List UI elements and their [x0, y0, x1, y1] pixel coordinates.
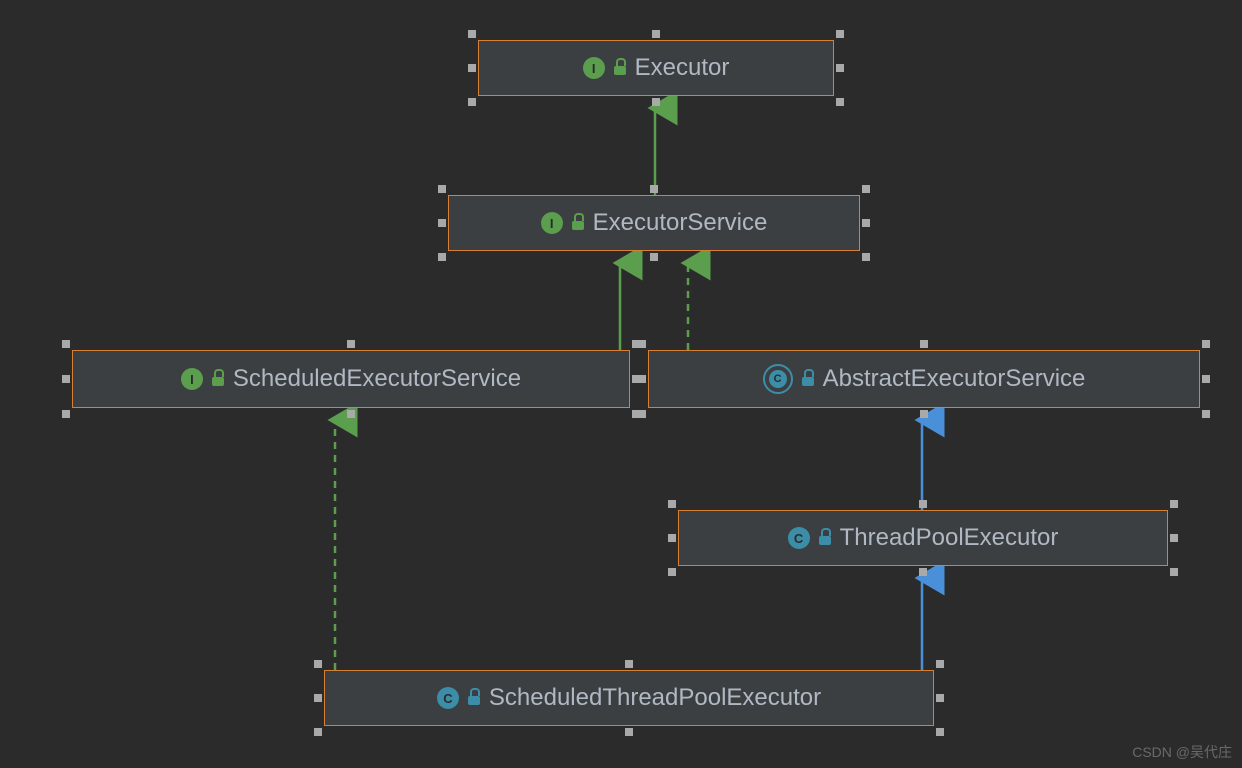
abstract-class-icon: C: [763, 364, 793, 394]
selection-handle[interactable]: [468, 98, 476, 106]
selection-handle[interactable]: [638, 375, 646, 383]
selection-handle[interactable]: [638, 410, 646, 418]
interface-icon: I: [583, 57, 605, 79]
class-icon: C: [437, 687, 459, 709]
selection-handle[interactable]: [347, 410, 355, 418]
selection-handle[interactable]: [919, 568, 927, 576]
node-scheduled-thread-pool-executor[interactable]: C ScheduledThreadPoolExecutor: [324, 670, 934, 726]
node-label: ScheduledThreadPoolExecutor: [489, 684, 821, 712]
selection-handle[interactable]: [836, 64, 844, 72]
selection-handle[interactable]: [936, 694, 944, 702]
node-label: ScheduledExecutorService: [233, 365, 521, 393]
selection-handle[interactable]: [936, 728, 944, 736]
node-thread-pool-executor[interactable]: C ThreadPoolExecutor: [678, 510, 1168, 566]
selection-handle[interactable]: [347, 340, 355, 348]
node-label: ThreadPoolExecutor: [840, 524, 1059, 552]
selection-handle[interactable]: [862, 253, 870, 261]
selection-handle[interactable]: [638, 340, 646, 348]
selection-handle[interactable]: [314, 694, 322, 702]
selection-handle[interactable]: [468, 64, 476, 72]
selection-handle[interactable]: [668, 568, 676, 576]
lock-icon: [818, 531, 832, 545]
lock-icon: [801, 372, 815, 386]
selection-handle[interactable]: [836, 98, 844, 106]
selection-handle[interactable]: [438, 219, 446, 227]
selection-handle[interactable]: [936, 660, 944, 668]
selection-handle[interactable]: [314, 728, 322, 736]
selection-handle[interactable]: [650, 253, 658, 261]
node-label: ExecutorService: [593, 209, 768, 237]
lock-icon: [571, 216, 585, 230]
selection-handle[interactable]: [668, 534, 676, 542]
selection-handle[interactable]: [1170, 568, 1178, 576]
selection-handle[interactable]: [920, 340, 928, 348]
selection-handle[interactable]: [1202, 375, 1210, 383]
selection-handle[interactable]: [438, 253, 446, 261]
selection-handle[interactable]: [920, 410, 928, 418]
selection-handle[interactable]: [919, 500, 927, 508]
watermark: CSDN @吴代庄: [1132, 742, 1232, 762]
selection-handle[interactable]: [1170, 500, 1178, 508]
selection-handle[interactable]: [650, 185, 658, 193]
selection-handle[interactable]: [62, 340, 70, 348]
selection-handle[interactable]: [652, 98, 660, 106]
selection-handle[interactable]: [652, 30, 660, 38]
selection-handle[interactable]: [62, 410, 70, 418]
interface-icon: I: [541, 212, 563, 234]
selection-handle[interactable]: [625, 728, 633, 736]
selection-handle[interactable]: [1202, 340, 1210, 348]
selection-handle[interactable]: [862, 185, 870, 193]
selection-handle[interactable]: [438, 185, 446, 193]
node-label: Executor: [635, 54, 730, 82]
selection-handle[interactable]: [1170, 534, 1178, 542]
selection-handle[interactable]: [862, 219, 870, 227]
selection-handle[interactable]: [468, 30, 476, 38]
lock-icon: [467, 691, 481, 705]
interface-icon: I: [181, 368, 203, 390]
selection-handle[interactable]: [668, 500, 676, 508]
lock-icon: [211, 372, 225, 386]
selection-handle[interactable]: [836, 30, 844, 38]
lock-icon: [613, 61, 627, 75]
node-executor[interactable]: I Executor: [478, 40, 834, 96]
node-abstract-executor-service[interactable]: C AbstractExecutorService: [648, 350, 1200, 408]
selection-handle[interactable]: [625, 660, 633, 668]
node-scheduled-executor-service[interactable]: I ScheduledExecutorService: [72, 350, 630, 408]
node-executor-service[interactable]: I ExecutorService: [448, 195, 860, 251]
selection-handle[interactable]: [62, 375, 70, 383]
diagram-canvas[interactable]: I Executor I ExecutorService I Scheduled…: [0, 0, 1242, 768]
node-label: AbstractExecutorService: [823, 365, 1086, 393]
selection-handle[interactable]: [1202, 410, 1210, 418]
class-icon: C: [788, 527, 810, 549]
selection-handle[interactable]: [314, 660, 322, 668]
